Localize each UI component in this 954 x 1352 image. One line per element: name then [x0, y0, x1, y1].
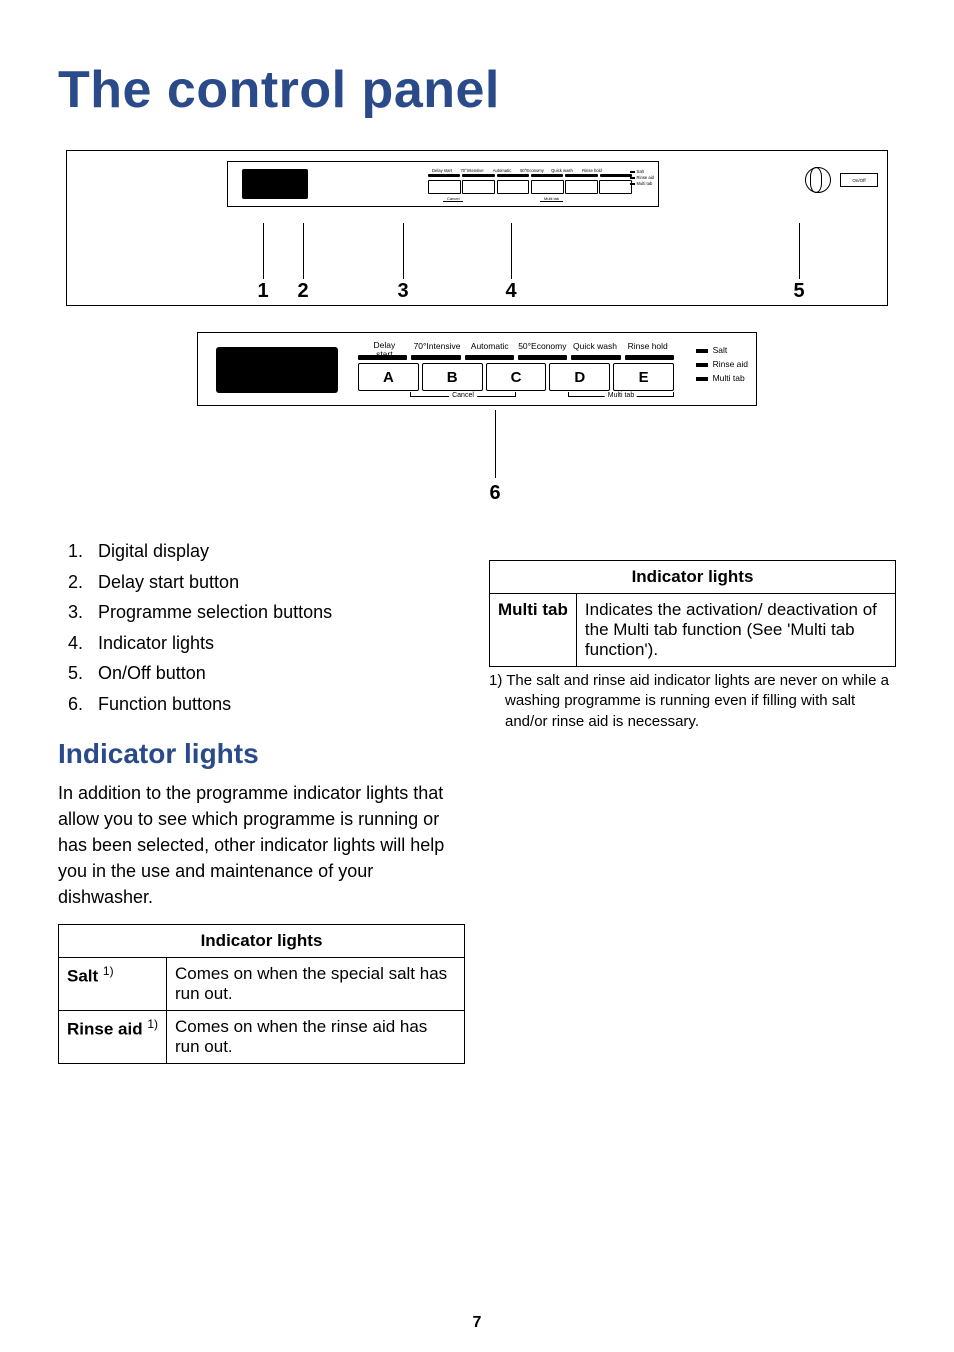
- list-item: Delay start button: [88, 567, 465, 598]
- list-item: Indicator lights: [88, 628, 465, 659]
- list-item: On/Off button: [88, 658, 465, 689]
- section-heading: Indicator lights: [58, 738, 465, 770]
- page-title: The control panel: [58, 60, 896, 120]
- list-item: Programme selection buttons: [88, 597, 465, 628]
- control-panel-diagram-detail: Delay start 70°Intensive Automatic 50°Ec…: [197, 332, 757, 512]
- list-item: Digital display: [88, 536, 465, 567]
- control-panel-diagram-main: Delay start 70°Intensive Automatic 50°Ec…: [66, 150, 888, 306]
- onoff-label: On/Off: [840, 173, 878, 187]
- indicator-table-right: Indicator lights Multi tab Indicates the…: [489, 560, 896, 667]
- list-item: Function buttons: [88, 689, 465, 720]
- page-number: 7: [0, 1314, 954, 1332]
- footnote: 1) The salt and rinse aid indicator ligh…: [489, 671, 896, 732]
- indicator-table-left: Indicator lights Salt 1) Comes on when t…: [58, 924, 465, 1064]
- onoff-knob-icon: [805, 167, 831, 193]
- legend-list: Digital display Delay start button Progr…: [58, 536, 465, 720]
- section-paragraph: In addition to the programme indicator l…: [58, 780, 465, 910]
